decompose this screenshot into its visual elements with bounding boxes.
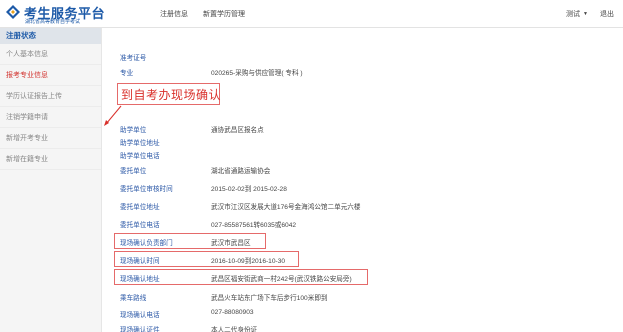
sidebar-item-add-exam-major[interactable]: 新增开考专业 <box>0 128 101 149</box>
field-value: 020265-采购与供应管理( 专科 ) <box>211 70 303 77</box>
sidebar-heading: 注册状态 <box>0 28 101 44</box>
logo-subtitle: 湖北省高等教育自学考试 <box>25 19 81 25</box>
sidebar-item-personal-info[interactable]: 个人基本信息 <box>0 44 101 65</box>
field-label: 准考证号 <box>120 55 147 62</box>
sidebar-item-degree-upload[interactable]: 学历认证报告上传 <box>0 86 101 107</box>
nav-education-management[interactable]: 新置学历管理 <box>203 9 245 19</box>
field-label: 现场确认电话 <box>120 312 160 319</box>
field-label: 乘车路线 <box>120 295 147 302</box>
user-menu[interactable]: 测试 ▼ <box>566 9 588 19</box>
field-label: 现场确认证件 <box>120 327 160 332</box>
field-value: 武昌火车站东广场下车后步行100米即到 <box>211 295 328 302</box>
field-label: 委托单位审核时间 <box>120 186 173 193</box>
field-value: 本人二代身份证 <box>211 327 258 332</box>
field-value: 湖北省通路运输协会 <box>211 168 271 175</box>
field-label: 委托单位 <box>120 168 147 175</box>
field-value: 武昌区福安街武商一村242号(武汉铁路公安局旁) <box>211 276 352 283</box>
field-value: 2015-02-02到 2015-02-28 <box>211 186 287 193</box>
field-label: 助学单位 <box>120 127 147 134</box>
field-value: 武汉市江汉区发展大道176号金海鸿公馆二单元六楼 <box>211 204 361 211</box>
sidebar-item-cancel-enrollment[interactable]: 注销学籍申请 <box>0 107 101 128</box>
field-label: 助学单位电话 <box>120 153 160 160</box>
field-label: 现场确认时间 <box>120 258 160 265</box>
sidebar-item-major-info[interactable]: 报考专业信息 <box>0 65 101 86</box>
chevron-down-icon: ▼ <box>583 11 588 18</box>
top-header: 考生服务平台 湖北省高等教育自学考试 注册信息 新置学历管理 测试 ▼ 退出 <box>0 0 623 28</box>
logo-icon <box>6 5 20 19</box>
field-label: 委托单位地址 <box>120 204 160 211</box>
field-value: 武汉市武昌区 <box>211 240 251 247</box>
field-value: 027-85587561转6035或6042 <box>211 222 297 229</box>
user-name: 测试 <box>566 11 580 18</box>
main-content: 准考证号 专业 020265-采购与供应管理( 专科 ) 到自考办现场确认 助学… <box>103 28 623 332</box>
nav-registration-info[interactable]: 注册信息 <box>160 9 188 19</box>
field-label: 专业 <box>120 70 134 77</box>
field-label: 现场确认地址 <box>120 276 160 283</box>
field-label: 委托单位电话 <box>120 222 160 229</box>
callout-text: 到自考办现场确认 <box>121 88 222 102</box>
field-label: 助学单位地址 <box>120 140 160 147</box>
field-value: 027-88080903 <box>211 309 254 316</box>
logout-link[interactable]: 退出 <box>600 9 614 19</box>
sidebar-item-add-enrolled-major[interactable]: 新增在籍专业 <box>0 149 101 170</box>
field-value: 2016-10-09到2016-10-30 <box>211 258 286 265</box>
logo[interactable]: 考生服务平台 湖北省高等教育自学考试 <box>4 3 116 25</box>
field-label: 现场确认负责部门 <box>120 240 173 247</box>
sidebar: 注册状态 个人基本信息 报考专业信息 学历认证报告上传 注销学籍申请 新增开考专… <box>0 28 102 332</box>
field-value: 通协武昌区报名点 <box>211 127 264 134</box>
